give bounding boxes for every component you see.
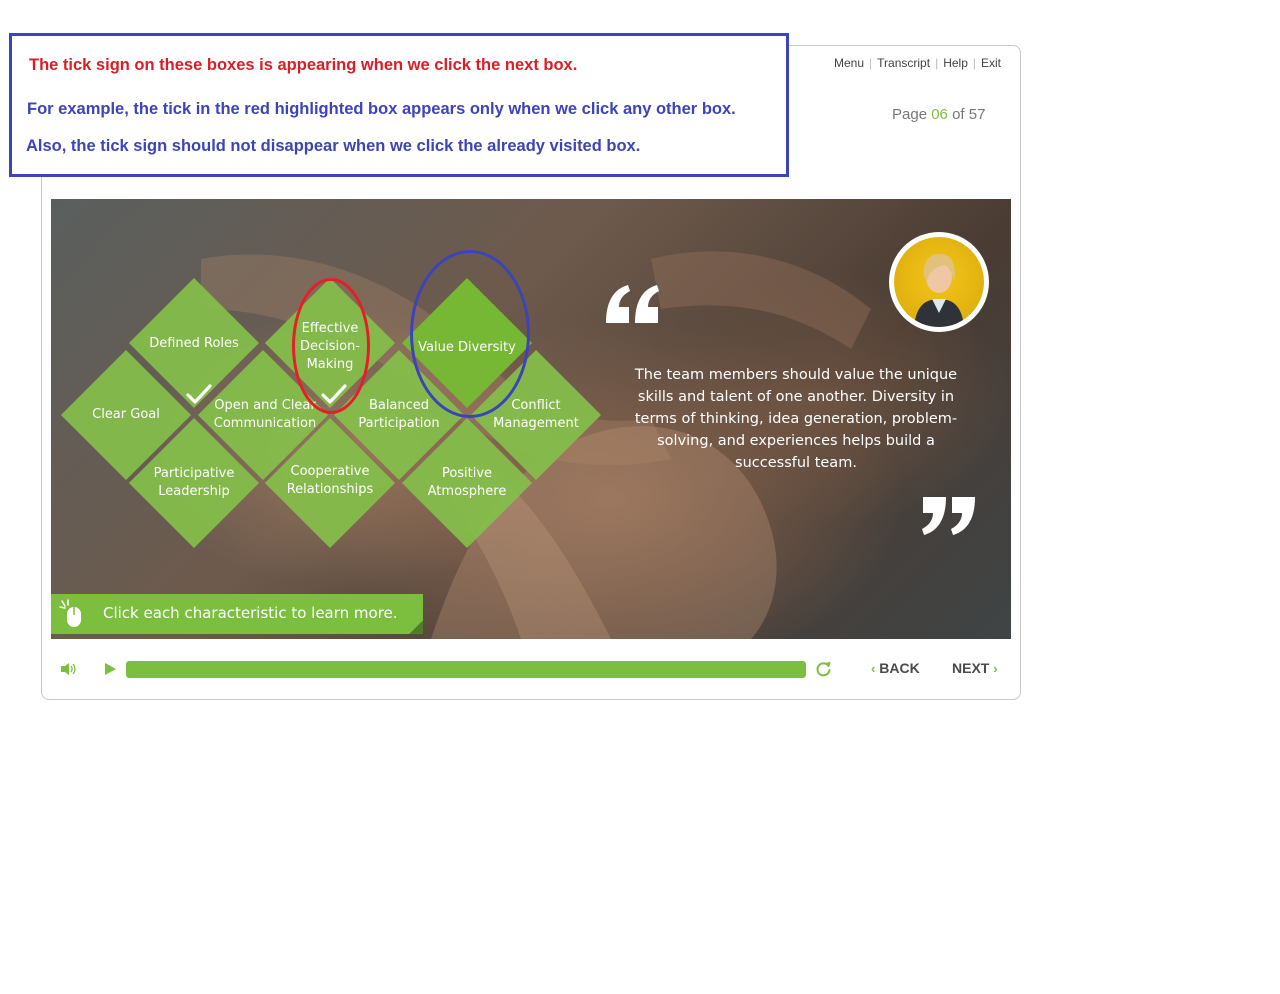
replay-icon[interactable] xyxy=(815,661,832,678)
presenter-portrait-icon xyxy=(914,253,964,327)
exit-link[interactable]: Exit xyxy=(981,56,1001,70)
help-link[interactable]: Help xyxy=(943,56,968,70)
annotation-note: Also, the tick sign should not disappear… xyxy=(26,137,641,155)
back-button[interactable]: ‹ BACK xyxy=(871,660,920,676)
progress-fill xyxy=(126,661,806,678)
progress-bar[interactable] xyxy=(126,661,806,678)
menu-link[interactable]: Menu xyxy=(834,56,864,70)
nav-separator: | xyxy=(972,56,976,70)
nav-separator: | xyxy=(935,56,939,70)
next-button[interactable]: NEXT › xyxy=(952,660,998,676)
mouse-click-icon xyxy=(59,599,81,627)
annotation-note: The tick sign on these boxes is appearin… xyxy=(29,56,578,74)
instruction-text: Click each characteristic to learn more. xyxy=(103,604,398,622)
play-icon[interactable] xyxy=(103,662,117,676)
close-quote-icon xyxy=(922,497,975,535)
back-label: BACK xyxy=(879,660,920,676)
bug-annotation-box: The tick sign on these boxes is appearin… xyxy=(9,33,789,177)
transcript-link[interactable]: Transcript xyxy=(877,56,930,70)
volume-icon[interactable] xyxy=(60,662,76,676)
next-label: NEXT xyxy=(952,660,990,676)
page-of-label: of xyxy=(952,106,965,123)
chevron-left-icon: ‹ xyxy=(871,661,876,676)
nav-separator: | xyxy=(869,56,873,70)
page-current: 06 xyxy=(931,106,948,123)
open-quote-icon xyxy=(606,285,659,323)
annotation-note: For example, the tick in the red highlig… xyxy=(27,100,736,118)
quote-text: The team members should value the unique… xyxy=(634,367,958,471)
top-navigation: Menu | Transcript | Help | Exit xyxy=(834,56,1001,70)
presenter-avatar xyxy=(889,232,989,332)
banner-fold xyxy=(409,621,423,634)
page-prefix: Page xyxy=(892,106,928,123)
slide-content: Defined Roles Effective Decision-Making … xyxy=(51,199,1011,639)
page-indicator: Page 06 of 57 xyxy=(892,106,985,123)
instruction-banner: Click each characteristic to learn more. xyxy=(51,594,423,634)
playback-controls: ‹ BACK NEXT › xyxy=(41,650,1021,690)
page-total: 57 xyxy=(968,106,986,123)
chevron-right-icon: › xyxy=(993,661,998,676)
